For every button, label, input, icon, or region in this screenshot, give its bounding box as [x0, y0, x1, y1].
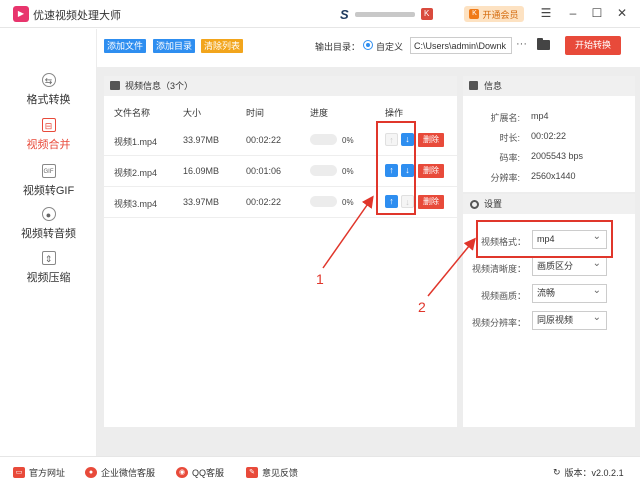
version-label: 版本：v2.0.2.1	[564, 468, 624, 478]
bottom-bar: ▭ 官方网址 ● 企业微信客服 ◉ QQ客服 ✎ 意见反馈 ↻ 版本：v2.0.…	[0, 456, 640, 486]
version-info[interactable]: ↻ 版本：v2.0.2.1	[553, 466, 624, 479]
feedback-label: 意见反馈	[262, 468, 299, 478]
feedback-link[interactable]: ✎ 意见反馈	[246, 466, 298, 479]
wechat-label: 企业微信客服	[101, 468, 156, 478]
wechat-icon: ●	[85, 467, 97, 478]
qq-support-link[interactable]: ◉ QQ客服	[176, 466, 224, 479]
annotation-number-1: 1	[316, 271, 324, 287]
annotation-arrows	[322, 195, 476, 297]
annotation-arrow-2	[427, 237, 476, 297]
qq-icon: ◉	[176, 467, 188, 478]
refresh-icon: ↻	[553, 467, 561, 477]
wechat-support-link[interactable]: ● 企业微信客服	[85, 466, 155, 479]
website-icon: ▭	[13, 467, 25, 478]
website-label: 官方网址	[29, 468, 66, 478]
annotation-number-2: 2	[418, 299, 426, 315]
website-link[interactable]: ▭ 官方网址	[13, 466, 65, 479]
qq-label: QQ客服	[192, 468, 225, 478]
feedback-icon: ✎	[246, 467, 258, 478]
annotation-arrow-1	[322, 195, 374, 269]
